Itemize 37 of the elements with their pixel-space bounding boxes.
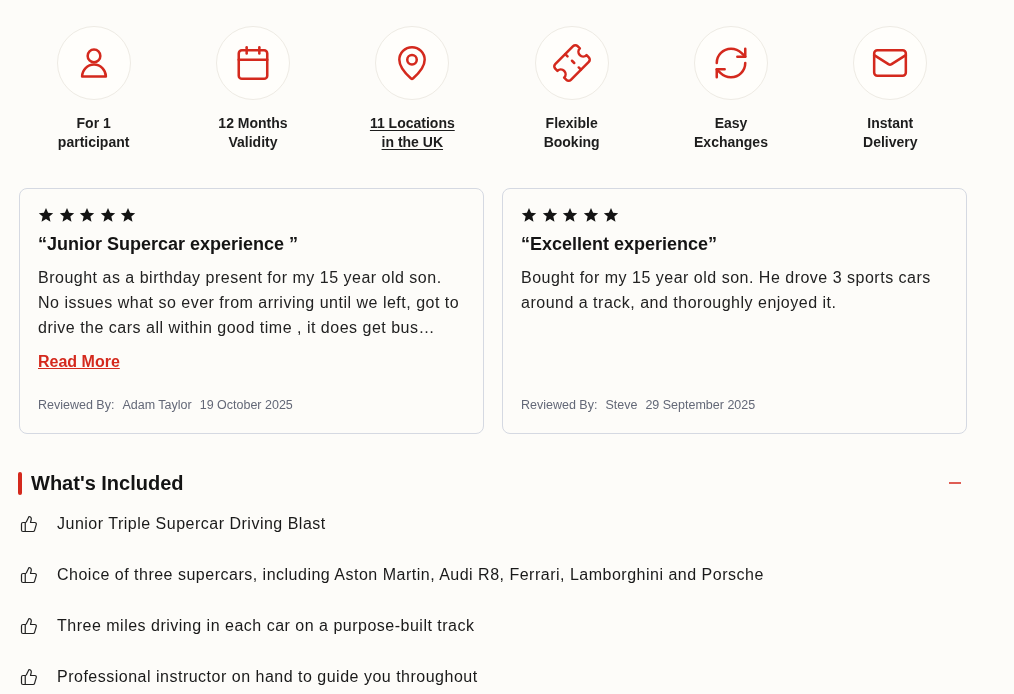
included-item: Choice of three supercars, including Aston Martin, Audi R8, Ferrari, Lamborghini and Porsche <box>57 565 764 585</box>
star-icon <box>120 207 136 223</box>
included-item: Professional instructor on hand to guide you throughout <box>57 667 478 687</box>
reviewer-name: Steve <box>605 397 638 413</box>
star-icon <box>79 207 95 223</box>
reviewer-name: Adam Taylor <box>122 397 192 413</box>
feature-label: Instant Delivery <box>862 114 919 152</box>
feature-link[interactable]: 11 Locations in the UK <box>366 114 459 152</box>
review-text: Bought for my 15 year old son. He drove 3 sports cars around a track, and thoroughly enjoyed it. <box>521 268 932 313</box>
thumbs-up-icon <box>20 668 38 686</box>
star-icon <box>582 207 599 223</box>
review-date: 19 October 2025 <box>199 397 293 413</box>
feature-label: Easy Exchanges <box>693 114 769 152</box>
star-icon <box>58 207 75 223</box>
review-title: “Excellent experience” <box>521 233 719 256</box>
review-date: 29 September 2025 <box>645 397 756 413</box>
reviewed-by-label: Reviewed By: <box>521 397 598 413</box>
star-icon <box>562 207 578 223</box>
star-icon <box>38 207 54 223</box>
read-more-link[interactable]: Read More <box>38 351 120 373</box>
thumbs-up-icon <box>20 566 38 584</box>
star-icon <box>541 207 558 223</box>
included-item: Junior Triple Supercar Driving Blast <box>57 514 326 534</box>
reviewed-by-label: Reviewed By: <box>38 397 115 413</box>
feature-label: For 1 participant <box>56 114 131 152</box>
star-icon <box>603 207 619 223</box>
accent-bar <box>18 471 22 495</box>
star-icon <box>99 207 116 223</box>
feature-label: Flexible Booking <box>542 114 601 152</box>
section-title: What's Included <box>31 471 184 495</box>
feature-label: 12 Months Validity <box>217 114 289 152</box>
thumbs-up-icon <box>20 617 38 635</box>
review-text: Brought as a birthday present for my 15 year old son. No issues what so ever from arriving until we left, got to drive the cars all within good time , it does get bus… <box>38 268 461 338</box>
star-icon <box>521 207 537 223</box>
included-item: Three miles driving in each car on a purpose-built track <box>57 616 475 636</box>
review-title: “Junior Supercar experience ” <box>38 233 300 256</box>
thumbs-up-icon <box>20 515 38 533</box>
